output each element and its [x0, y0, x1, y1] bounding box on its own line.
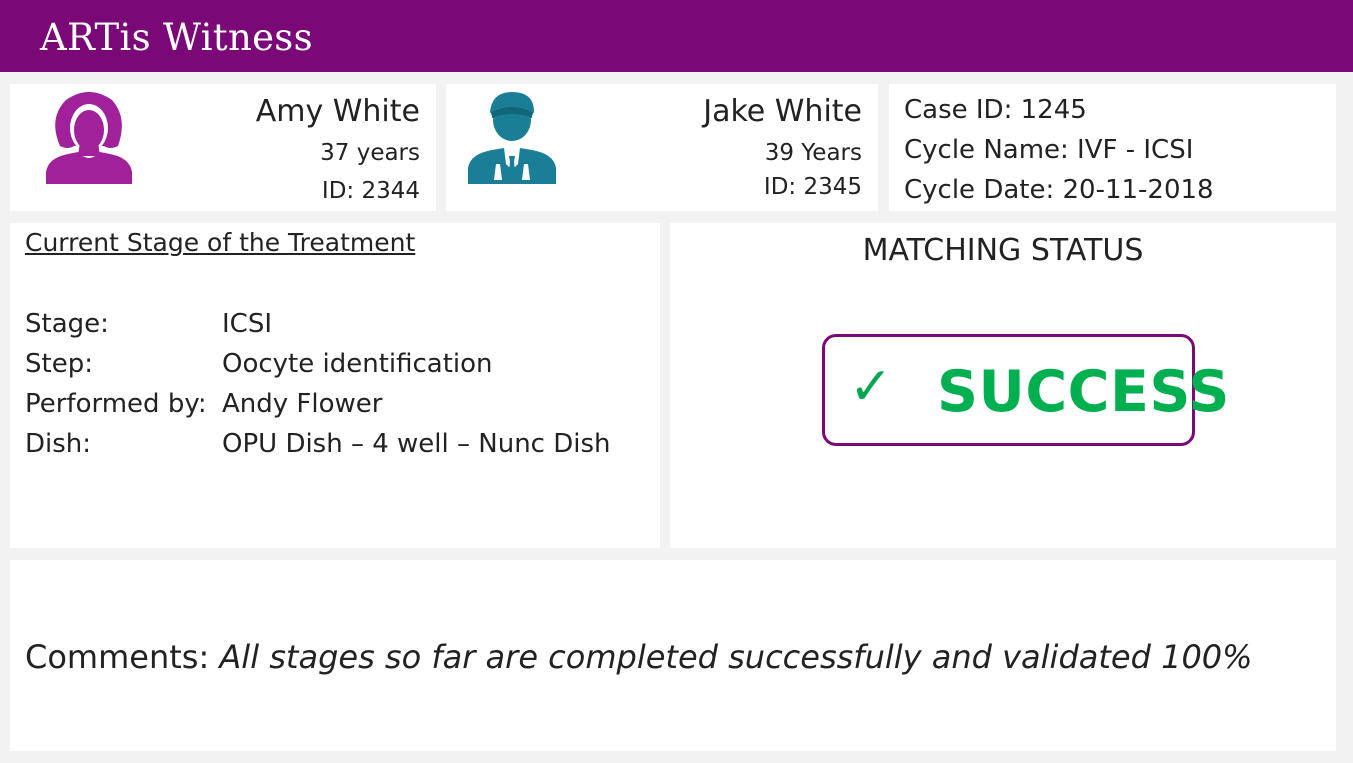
app-header: ARTis Witness: [0, 0, 1353, 72]
comments-panel: Comments: All stages so far are complete…: [10, 560, 1336, 751]
male-patient-name: Jake White: [703, 94, 862, 129]
checkmark-icon: ✓: [849, 357, 893, 417]
stage-value: ICSI: [222, 309, 272, 339]
matching-status-heading: MATCHING STATUS: [862, 233, 1144, 268]
comments-label: Comments:: [25, 638, 210, 676]
female-patient-age: 37 years: [320, 140, 420, 166]
app-title: ARTis Witness: [40, 16, 313, 59]
comments-line: Comments: All stages so far are complete…: [25, 638, 1253, 676]
female-user-icon: [44, 90, 134, 188]
treatment-stage-heading: Current Stage of the Treatment: [25, 228, 416, 257]
case-info-card: Case ID: 1245 Cycle Name: IVF - ICSI Cyc…: [889, 84, 1336, 211]
performed-by-value: Andy Flower: [222, 389, 383, 419]
male-patient-age: 39 Years: [764, 140, 862, 166]
female-patient-id: ID: 2344: [321, 178, 420, 204]
female-patient-card: Amy White 37 years ID: 2344: [10, 84, 436, 211]
male-patient-id: ID: 2345: [763, 174, 862, 200]
male-patient-card: Jake White 39 Years ID: 2345: [446, 84, 878, 211]
cycle-name: Cycle Name: IVF - ICSI: [904, 135, 1194, 165]
male-user-icon: [466, 90, 558, 188]
case-id: Case ID: 1245: [904, 95, 1087, 125]
step-label: Step:: [25, 349, 93, 379]
status-badge: ✓ SUCCESS: [822, 334, 1229, 446]
matching-status-panel: MATCHING STATUS ✓ SUCCESS: [670, 223, 1336, 548]
dish-label: Dish:: [25, 429, 92, 459]
step-value: Oocyte identification: [222, 349, 493, 379]
performed-by-label: Performed by:: [25, 389, 207, 419]
treatment-stage-panel: Current Stage of the Treatment Stage: IC…: [10, 223, 660, 548]
dish-value: OPU Dish – 4 well – Nunc Dish: [222, 429, 611, 459]
comments-text: All stages so far are completed successf…: [219, 638, 1253, 676]
female-patient-name: Amy White: [255, 94, 420, 129]
status-text: SUCCESS: [937, 359, 1230, 425]
stage-label: Stage:: [25, 309, 109, 339]
cycle-date: Cycle Date: 20-11-2018: [904, 175, 1214, 205]
